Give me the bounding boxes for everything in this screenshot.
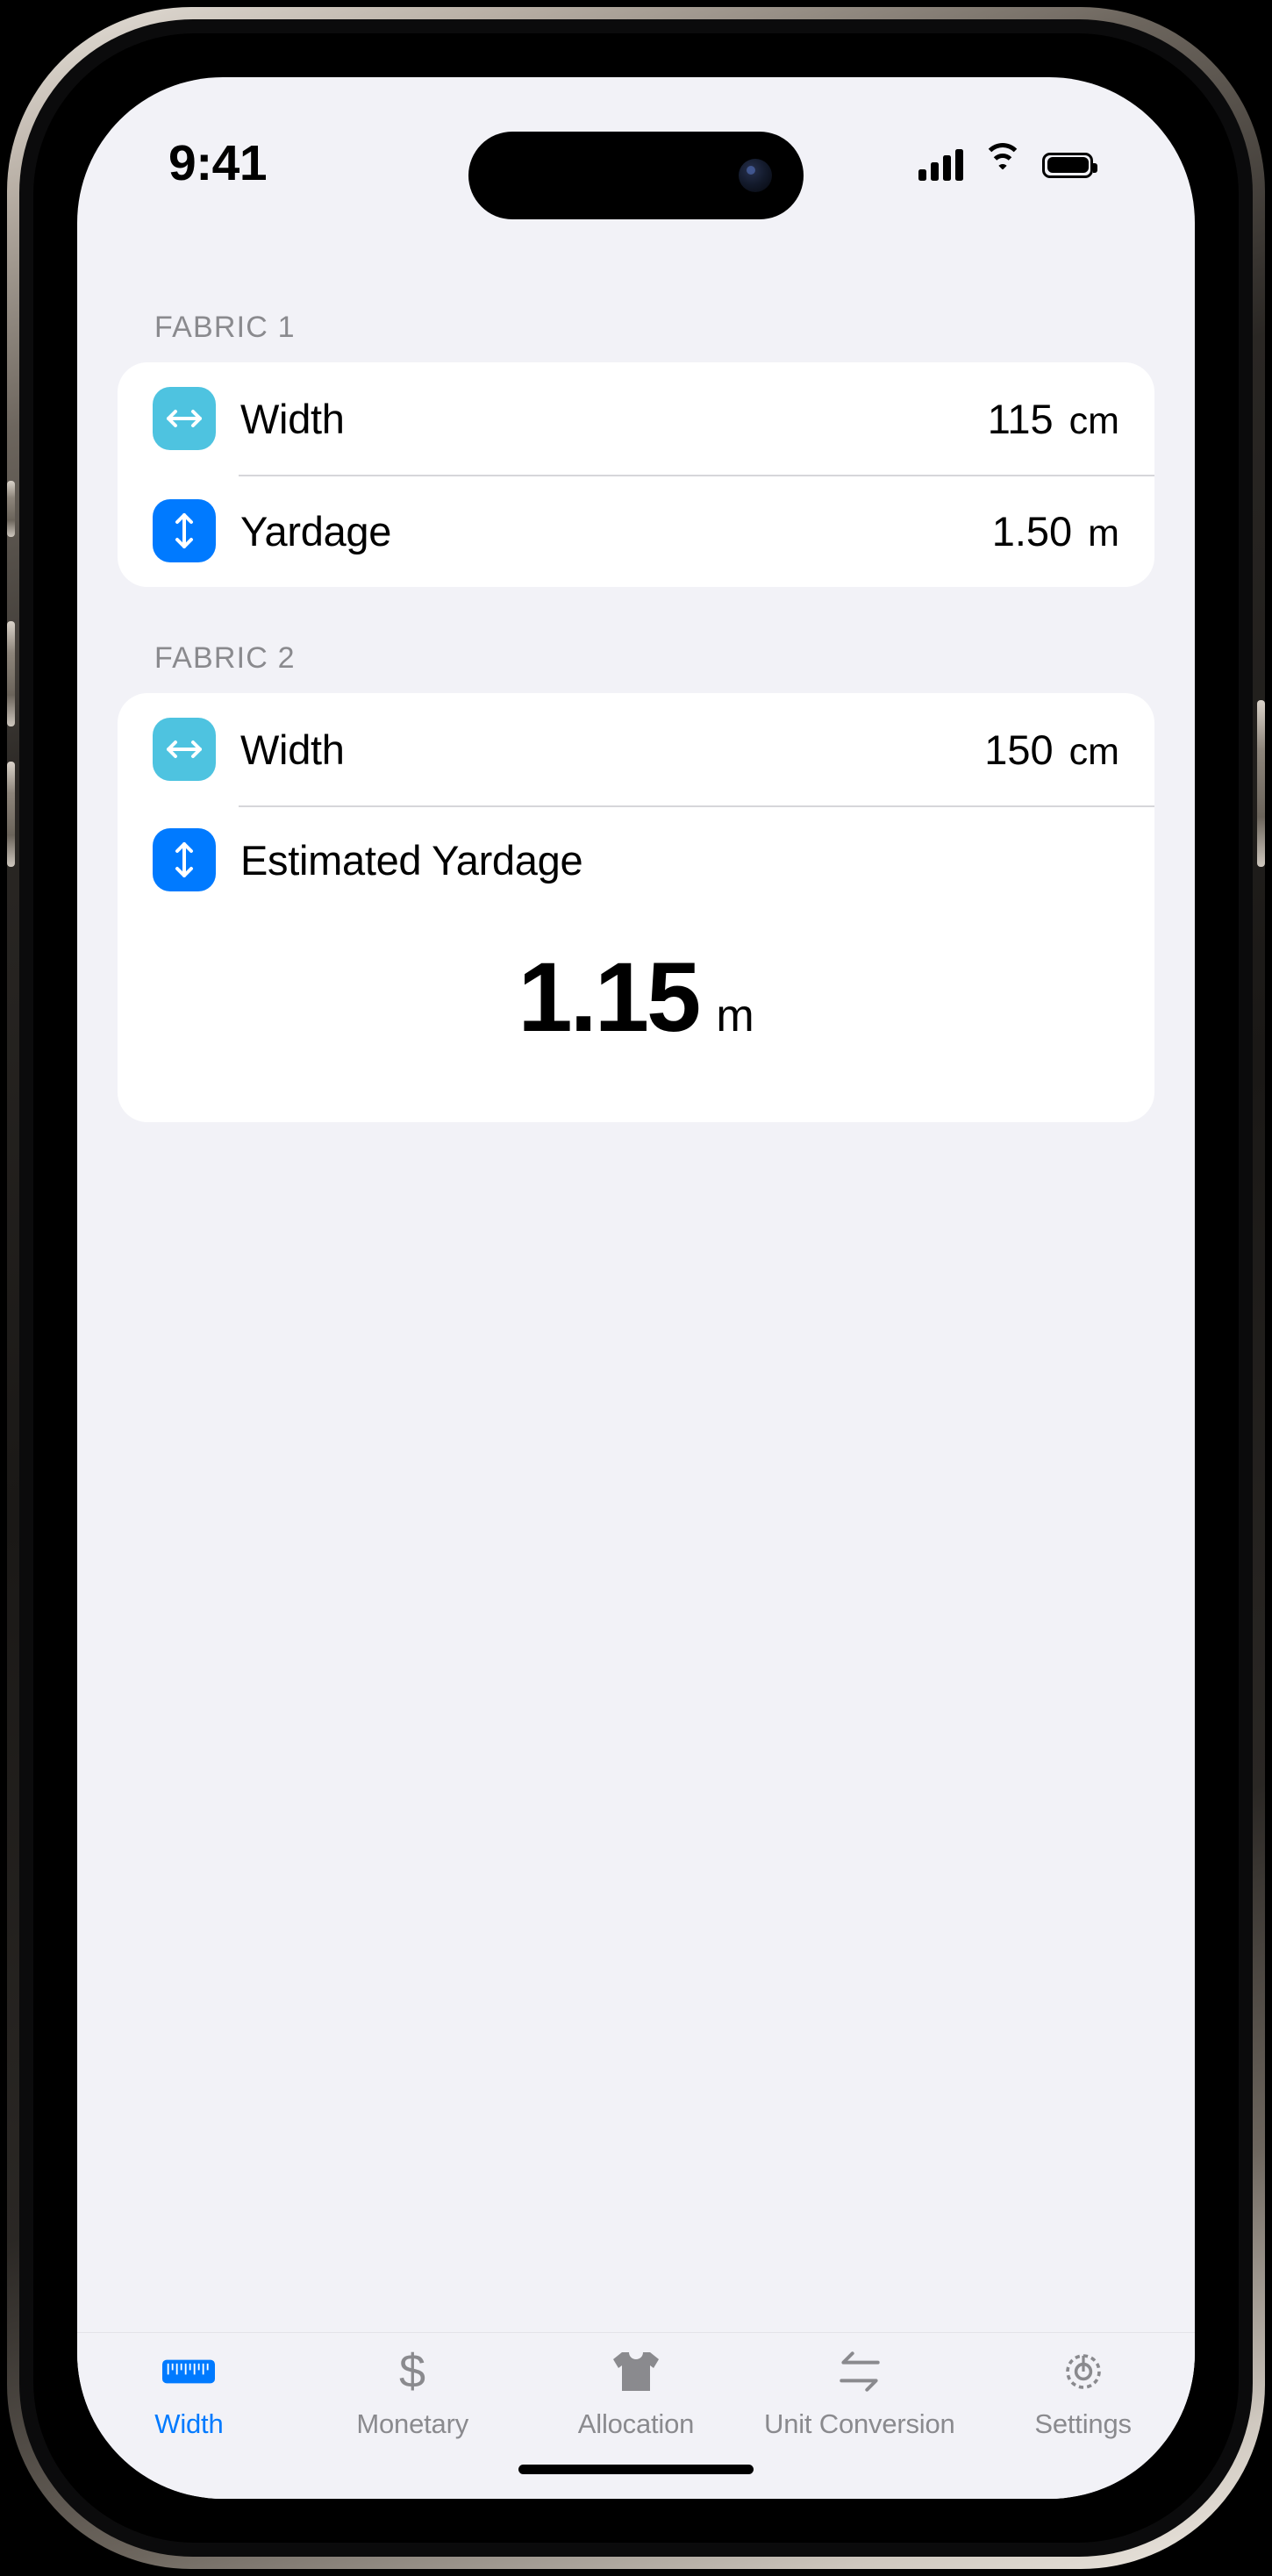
horizontal-arrows-icon: [153, 387, 216, 450]
fabric-2-card: Width 150 cm Estimated Yardage 1.15 m: [118, 693, 1154, 1122]
fabric-1-width-value-group[interactable]: 115 cm: [988, 395, 1119, 443]
wifi-icon: [983, 143, 1023, 180]
fabric-2-width-row[interactable]: Width 150 cm: [118, 693, 1154, 805]
status-indicators: [918, 143, 1097, 181]
phone-screen: 9:41 FABRIC 1 Width 115 cm Yardage 1.50 …: [77, 77, 1195, 2499]
fabric-1-width-unit: cm: [1068, 399, 1119, 442]
section-label-fabric-2: FABRIC 2: [154, 641, 296, 675]
silent-switch[interactable]: [7, 481, 15, 537]
fabric-1-yardage-unit: m: [1088, 512, 1119, 555]
tab-width-label: Width: [154, 2408, 224, 2439]
fabric-2-width-value-group[interactable]: 150 cm: [984, 726, 1119, 774]
horizontal-arrows-icon: [153, 718, 216, 781]
home-indicator[interactable]: [518, 2465, 754, 2474]
front-camera-icon: [739, 159, 772, 192]
convert-arrows-icon: [834, 2345, 885, 2398]
estimated-yardage-value: 1.15: [518, 942, 701, 1052]
main-content: FABRIC 1 Width 115 cm Yardage 1.50 m FAB…: [77, 233, 1195, 2332]
battery-icon: [1042, 152, 1097, 178]
tab-monetary[interactable]: $ Monetary: [301, 2345, 525, 2440]
estimated-yardage-result: 1.15 m: [118, 914, 1154, 1122]
vertical-arrows-icon: [153, 828, 216, 891]
fabric-1-yardage-value-group[interactable]: 1.50 m: [992, 507, 1119, 555]
dollar-icon: $: [393, 2345, 432, 2398]
tab-settings[interactable]: Settings: [971, 2345, 1195, 2440]
tab-allocation-label: Allocation: [577, 2408, 695, 2439]
cellular-signal-icon: [918, 149, 963, 181]
tab-unit-conversion-label: Unit Conversion: [764, 2408, 955, 2439]
fabric-2-width-label: Width: [240, 726, 345, 773]
tab-unit-conversion[interactable]: Unit Conversion: [747, 2345, 971, 2440]
volume-down-button[interactable]: [7, 762, 15, 867]
ruler-icon: [162, 2345, 216, 2398]
fabric-1-yardage-label: Yardage: [240, 507, 392, 555]
iphone-device-frame: 9:41 FABRIC 1 Width 115 cm Yardage 1.50 …: [7, 7, 1265, 2569]
power-button[interactable]: [1257, 700, 1265, 867]
vertical-arrows-icon: [153, 499, 216, 562]
gear-icon: [1061, 2345, 1106, 2398]
svg-text:$: $: [399, 2348, 425, 2395]
fabric-1-card: Width 115 cm Yardage 1.50 m: [118, 362, 1154, 587]
dynamic-island: [468, 132, 804, 219]
fabric-1-width-label: Width: [240, 395, 345, 442]
fabric-2-width-unit: cm: [1068, 730, 1119, 773]
status-time: 9:41: [168, 135, 268, 191]
fabric-1-width-row[interactable]: Width 115 cm: [118, 362, 1154, 475]
tab-monetary-label: Monetary: [356, 2408, 468, 2439]
estimated-yardage-row: Estimated Yardage: [118, 805, 1154, 914]
tab-width[interactable]: Width: [77, 2345, 301, 2440]
section-label-fabric-1: FABRIC 1: [154, 311, 296, 344]
fabric-1-yardage-row[interactable]: Yardage 1.50 m: [118, 475, 1154, 587]
estimated-yardage-label: Estimated Yardage: [240, 836, 583, 884]
volume-up-button[interactable]: [7, 621, 15, 726]
estimated-yardage-unit: m: [716, 991, 754, 1041]
screenshot-stage: 9:41 FABRIC 1 Width 115 cm Yardage 1.50 …: [0, 0, 1272, 2576]
tshirt-icon: [611, 2345, 661, 2398]
fabric-2-width-value: 150: [984, 726, 1054, 773]
device-bezel: 9:41 FABRIC 1 Width 115 cm Yardage 1.50 …: [33, 33, 1239, 2543]
fabric-1-yardage-value: 1.50: [991, 507, 1073, 555]
tab-allocation[interactable]: Allocation: [525, 2345, 748, 2440]
fabric-1-width-value: 115: [987, 395, 1054, 442]
tab-settings-label: Settings: [1034, 2408, 1132, 2439]
